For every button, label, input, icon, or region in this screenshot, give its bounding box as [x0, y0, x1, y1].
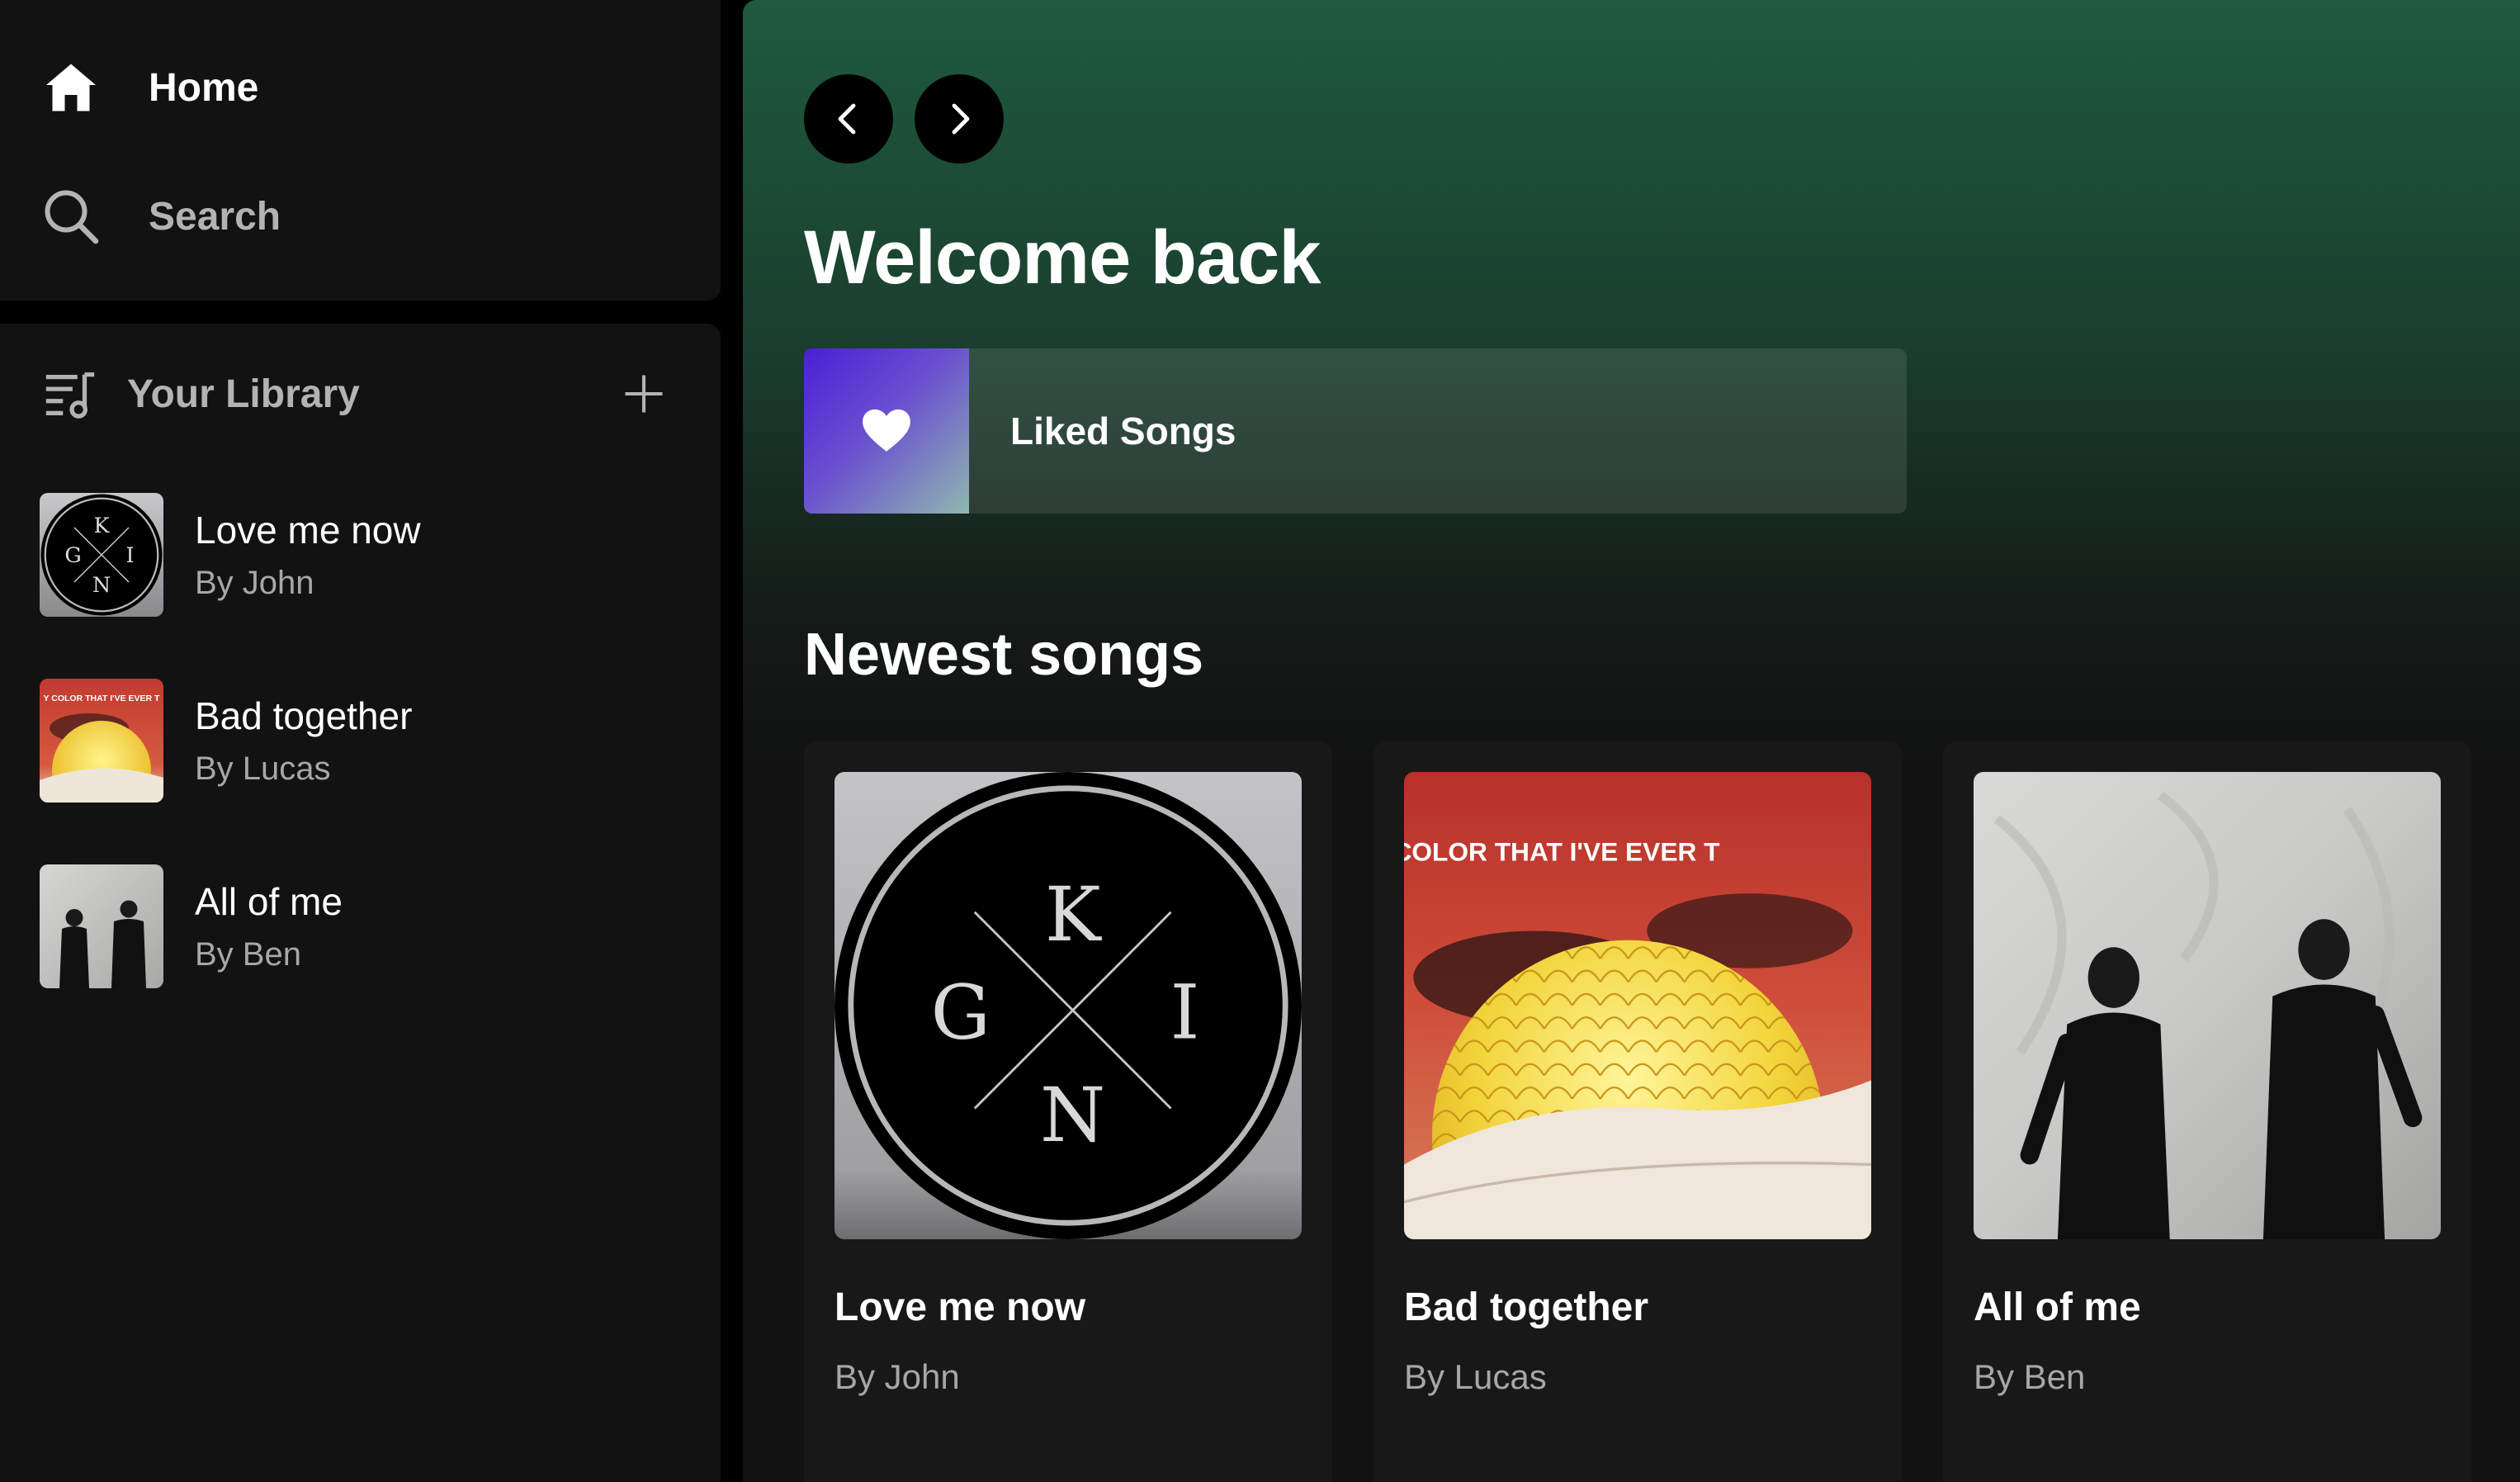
add-library-button[interactable]: [619, 369, 669, 419]
kgin-logo-art: K G I N: [834, 772, 1302, 1239]
plus-icon: [625, 375, 663, 413]
library-item-title: Love me now: [195, 508, 421, 552]
chevron-left-icon: [838, 103, 856, 135]
liked-songs-card[interactable]: Liked Songs: [804, 348, 1907, 514]
sidebar-nav-panel: Home Search: [0, 0, 721, 301]
song-title: Love me now: [834, 1286, 1086, 1329]
nav-home[interactable]: Home: [41, 58, 258, 117]
yellow-sphere-art: Y COLOR THAT I'VE EVER T: [1404, 772, 1871, 1239]
library-header: Your Library: [41, 365, 669, 423]
nav-home-label: Home: [149, 65, 259, 110]
song-artist: By Lucas: [1404, 1357, 1547, 1396]
section-title: Newest songs: [804, 622, 1204, 688]
library-item[interactable]: All of me By Ben: [40, 864, 683, 988]
chevron-right-icon: [952, 103, 970, 135]
library-item-subtitle: By John: [195, 565, 314, 602]
yellow-sphere-art: Y COLOR THAT I'VE EVER T: [40, 679, 163, 803]
page-title: Welcome back: [804, 215, 1321, 300]
song-artist: By John: [834, 1357, 960, 1396]
library-item-subtitle: By Ben: [195, 936, 301, 973]
nav-search[interactable]: Search: [41, 187, 281, 246]
liked-songs-label: Liked Songs: [1010, 410, 1236, 452]
song-card[interactable]: All of me By Ben: [1943, 741, 2471, 1482]
back-button[interactable]: [804, 74, 893, 163]
song-title: Bad together: [1404, 1286, 1649, 1329]
library-icon[interactable]: [41, 365, 99, 423]
library-item-title: Bad together: [195, 694, 413, 737]
song-card[interactable]: Y COLOR THAT I'VE EVER T Bad together By…: [1373, 741, 1902, 1482]
two-men-art: [40, 864, 163, 988]
main-panel: Welcome back Liked Songs Newest songs K …: [743, 0, 2520, 1482]
song-title: All of me: [1974, 1286, 2141, 1329]
svg-text:N: N: [92, 573, 111, 598]
nav-search-label: Search: [149, 194, 281, 239]
liked-songs-art: [804, 348, 969, 514]
heart-icon: [863, 409, 910, 452]
svg-text:G: G: [931, 970, 991, 1057]
forward-button[interactable]: [915, 74, 1004, 163]
library-item[interactable]: K G I N Love me now By John: [40, 493, 683, 617]
svg-text:Y COLOR THAT I'VE EVER T: Y COLOR THAT I'VE EVER T: [1404, 837, 1720, 867]
svg-text:N: N: [1040, 1072, 1105, 1159]
svg-text:K: K: [93, 514, 110, 538]
song-card[interactable]: K G I N Love me now By John: [804, 741, 1332, 1482]
kgin-logo-art: K G I N: [40, 493, 163, 617]
svg-text:I: I: [125, 543, 134, 568]
search-icon: [41, 187, 101, 246]
svg-text:G: G: [64, 543, 81, 568]
svg-text:I: I: [1170, 970, 1200, 1057]
song-artist: By Ben: [1974, 1357, 2086, 1396]
library-item-subtitle: By Lucas: [195, 750, 331, 788]
library-item-title: All of me: [195, 879, 343, 923]
svg-text:Y COLOR THAT I'VE EVER T: Y COLOR THAT I'VE EVER T: [44, 694, 161, 703]
library-panel: Your Library K G I N Love me now By John: [0, 324, 721, 1482]
svg-text:K: K: [1045, 872, 1103, 959]
library-label[interactable]: Your Library: [127, 372, 360, 417]
library-item[interactable]: Y COLOR THAT I'VE EVER T Bad together By…: [40, 679, 683, 803]
home-icon: [41, 58, 101, 117]
two-men-art: [1974, 772, 2441, 1239]
